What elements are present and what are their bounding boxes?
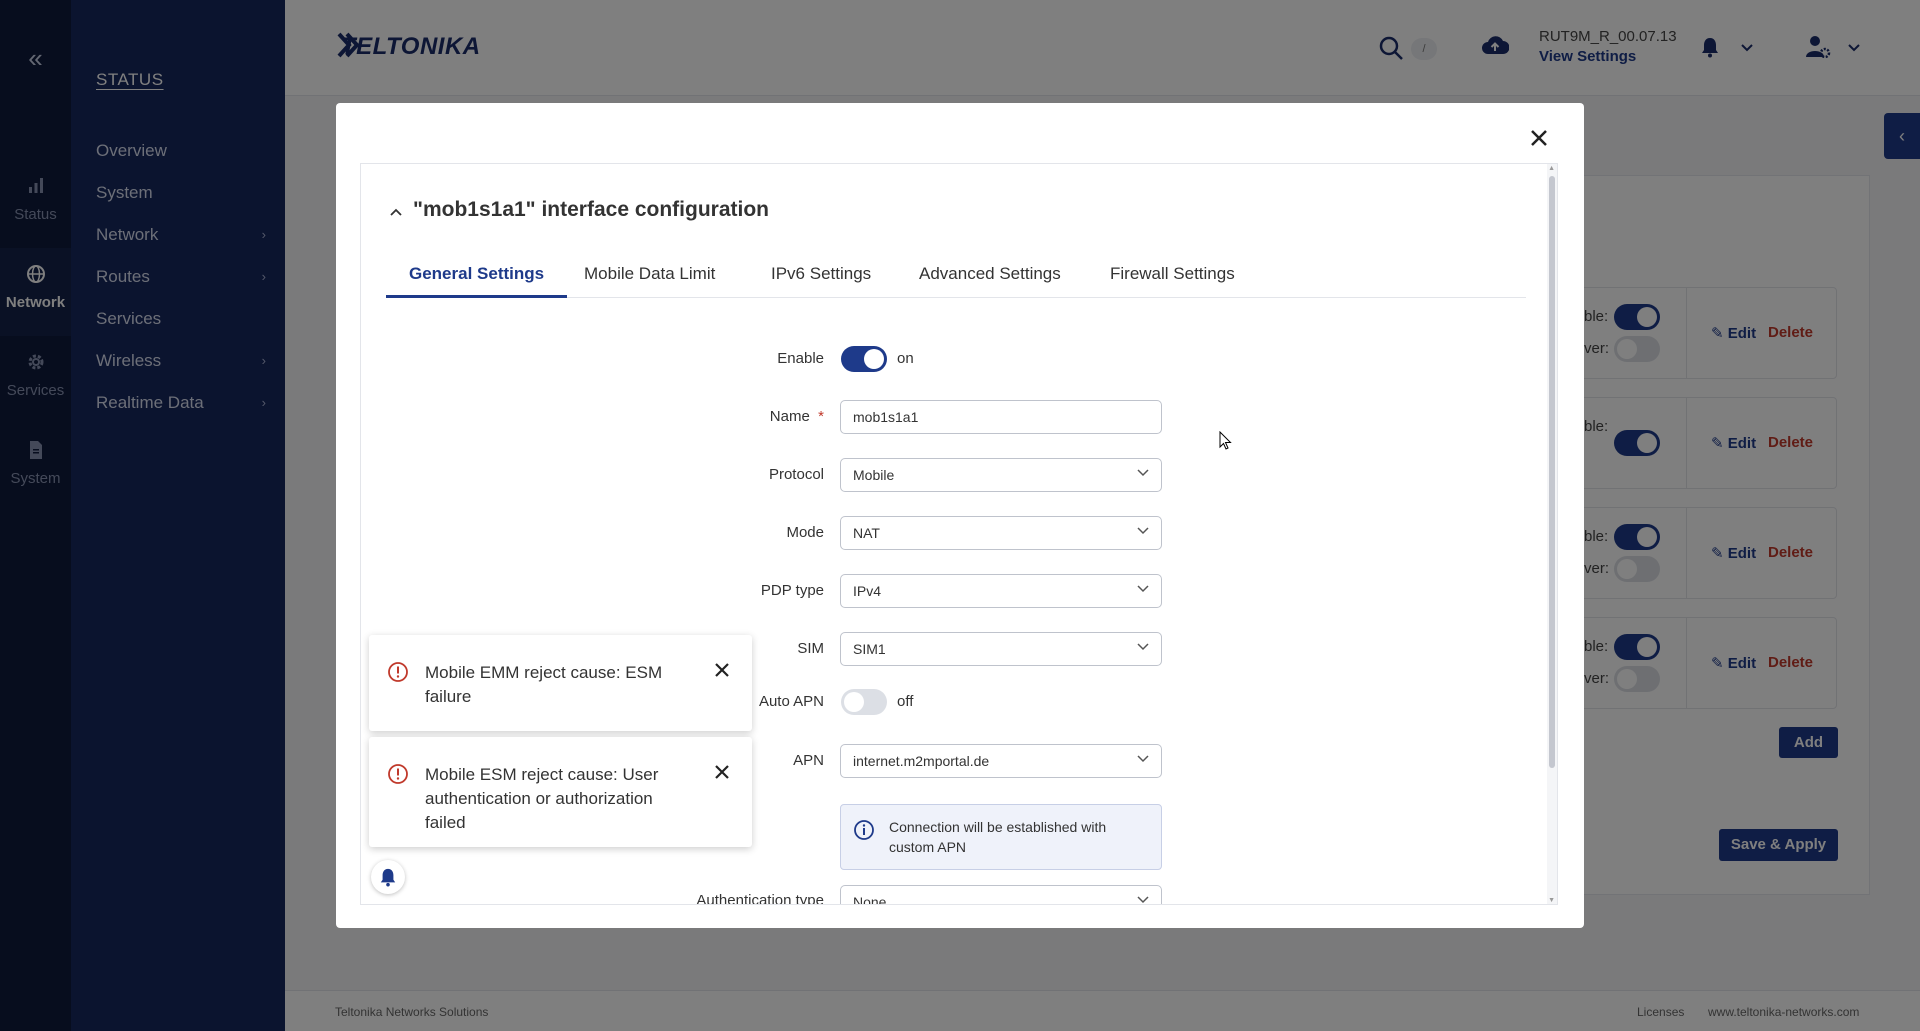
close-icon[interactable] (713, 763, 731, 781)
tab-mobile-data-limit[interactable]: Mobile Data Limit (561, 260, 738, 298)
name-value: mob1s1a1 (853, 409, 919, 425)
config-tabs: General Settings Mobile Data Limit IPv6 … (386, 260, 1526, 298)
protocol-value: Mobile (853, 467, 895, 483)
error-icon (388, 764, 408, 784)
auth-type-label: Authentication type (696, 892, 824, 905)
enable-state: on (897, 350, 914, 367)
notification-toast: Mobile ESM reject cause: User authentica… (369, 737, 752, 847)
error-icon (388, 662, 408, 682)
protocol-label: Protocol (768, 466, 824, 483)
apn-value: internet.m2mportal.de (853, 753, 990, 769)
notification-toast: Mobile EMM reject cause: ESM failure (369, 635, 752, 731)
mouse-pointer-icon (1219, 430, 1233, 456)
chevron-down-icon (1137, 755, 1149, 763)
tab-firewall-settings[interactable]: Firewall Settings (1087, 260, 1258, 298)
scroll-down-icon[interactable]: ▼ (1548, 897, 1555, 904)
tab-ipv6-settings[interactable]: IPv6 Settings (748, 260, 894, 298)
name-input[interactable]: mob1s1a1 (840, 400, 1162, 434)
auth-type-value: None (853, 894, 887, 905)
bell-icon (380, 868, 396, 887)
pdp-type-select[interactable]: IPv4 (840, 574, 1162, 608)
close-button[interactable] (1526, 125, 1552, 151)
mode-select[interactable]: NAT (840, 516, 1162, 550)
auto-apn-state: off (897, 693, 914, 710)
section-title: "mob1s1a1" interface configuration (413, 198, 769, 221)
auth-type-select[interactable]: None (840, 885, 1162, 905)
info-icon (854, 820, 874, 840)
modal-scrollbar[interactable]: ▲ ▼ (1547, 164, 1557, 904)
auto-apn-toggle[interactable] (841, 689, 887, 715)
mode-value: NAT (853, 525, 880, 541)
chevron-down-icon (1137, 527, 1149, 535)
enable-label: Enable (777, 350, 824, 367)
chevron-down-icon (1137, 643, 1149, 651)
notification-text: Mobile ESM reject cause: User authentica… (425, 765, 659, 832)
enable-toggle[interactable] (841, 346, 887, 372)
notification-text: Mobile EMM reject cause: ESM failure (425, 663, 663, 706)
tab-general-settings[interactable]: General Settings (386, 260, 568, 298)
name-label-text: Name (769, 408, 810, 425)
apn-info-box: Connection will be established with cust… (840, 804, 1162, 870)
protocol-select[interactable]: Mobile (840, 458, 1162, 492)
close-icon[interactable] (713, 661, 731, 679)
chevron-down-icon (1137, 469, 1149, 477)
mode-label: Mode (786, 524, 824, 541)
scrollbar-thumb[interactable] (1549, 176, 1555, 768)
chevron-up-icon[interactable] (390, 204, 402, 222)
pdp-type-label: PDP type (760, 582, 824, 599)
sim-select[interactable]: SIM1 (840, 632, 1162, 666)
tab-advanced-settings[interactable]: Advanced Settings (896, 260, 1084, 298)
scroll-up-icon[interactable]: ▲ (1548, 165, 1555, 172)
info-text: Connection will be established with cust… (889, 819, 1107, 855)
close-icon (1531, 130, 1547, 146)
pdp-type-value: IPv4 (853, 583, 882, 599)
required-marker: * (818, 408, 824, 425)
name-label: Name * (624, 408, 824, 425)
apn-select[interactable]: internet.m2mportal.de (840, 744, 1162, 778)
chevron-down-icon (1137, 585, 1149, 593)
notifications-button[interactable] (371, 860, 405, 894)
chevron-down-icon (1137, 896, 1149, 904)
sim-value: SIM1 (853, 641, 886, 657)
